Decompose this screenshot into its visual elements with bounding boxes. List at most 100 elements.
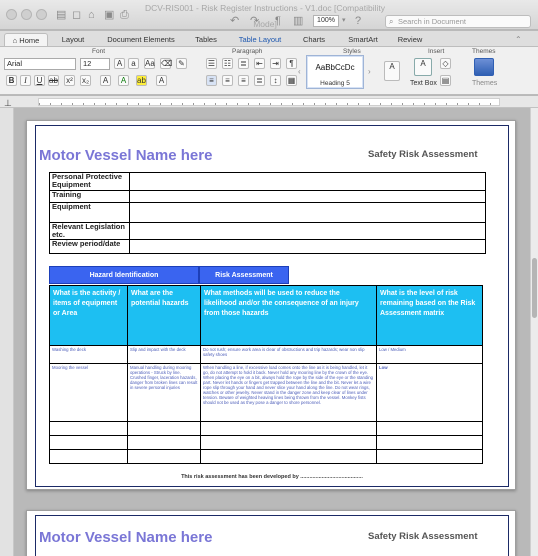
underline-icon[interactable]: U [34,75,45,86]
font-size-select[interactable]: 12 [80,58,110,70]
tab-smartart[interactable]: SmartArt [340,33,386,46]
align-center-icon[interactable]: ≡ [222,75,233,86]
bullets-icon[interactable]: ☰ [206,58,217,69]
shrink-font-icon[interactable]: a [128,58,139,69]
tab-tables[interactable]: Tables [188,33,224,46]
table-cell[interactable] [200,449,377,464]
table-cell[interactable] [49,435,128,450]
table-cell[interactable]: Do not rush; ensure work area is clear o… [200,345,377,364]
zoom-window-button[interactable] [36,9,47,20]
font-color-icon[interactable]: A [118,75,129,86]
shading-icon[interactable]: ▦ [286,75,297,86]
table-row[interactable] [49,421,483,436]
hazard-identification-tab[interactable]: Hazard Identification [49,266,199,284]
themes-label[interactable]: Themes [472,80,497,87]
vertical-scrollbar[interactable] [530,108,538,556]
table-cell[interactable] [376,449,483,464]
table-row[interactable]: Mooring the vessel Manual handling durin… [49,363,483,422]
font-name-select[interactable]: Arial [4,58,76,70]
table-cell[interactable] [127,435,201,450]
table-cell[interactable]: Low / Medium [376,345,483,364]
print-icon[interactable]: ⎙ [120,8,129,22]
font-color-highlight-icon[interactable]: ✎ [176,58,187,69]
help-icon[interactable]: ? [355,14,361,28]
subscript-icon[interactable]: x₂ [80,75,91,86]
text-box-icon[interactable]: A [414,58,432,76]
clear-formatting-icon[interactable]: ⌫ [160,58,172,69]
table-cell[interactable]: Slip and impact with the deck [127,345,201,364]
pilcrow-icon[interactable]: ¶ [275,14,281,28]
sidebar-toggle-icon[interactable]: ▥ [293,14,303,28]
table-cell[interactable] [49,421,128,436]
justify-icon[interactable]: ≣ [254,75,265,86]
vessel-name-heading[interactable]: Motor Vessel Name here [39,529,212,546]
text-color-red-icon[interactable]: A [156,75,167,86]
info-value[interactable] [129,202,486,223]
info-row[interactable]: Personal Protective Equipment [49,172,486,191]
zoom-dropdown-icon[interactable]: ▾ [342,14,346,28]
table-cell[interactable] [376,421,483,436]
table-cell[interactable]: Low [376,363,483,422]
style-gallery-item[interactable]: AaBbCcDc Heading 5 [306,55,364,89]
text-box-label[interactable]: Text Box [410,80,437,87]
zoom-field[interactable]: 100% [313,15,339,27]
search-input[interactable]: ⌕ Search in Document [385,15,531,28]
new-document-icon[interactable]: ◻ [72,8,81,22]
info-value[interactable] [129,239,486,254]
tab-document-elements[interactable]: Document Elements [98,33,184,46]
table-cell[interactable] [49,449,128,464]
styles-scroll-left-icon[interactable]: ‹ [298,65,301,79]
tab-table-layout[interactable]: Table Layout [232,33,288,46]
styles-scroll-right-icon[interactable]: › [368,65,371,79]
developed-by-footer[interactable]: This risk assessment has been developed … [27,474,517,480]
tab-charts[interactable]: Charts [296,33,332,46]
table-cell[interactable]: Mooring the vessel [49,363,128,422]
safety-risk-assessment-title[interactable]: Safety Risk Assessment [368,149,477,160]
tab-review[interactable]: Review [392,33,428,46]
vessel-name-heading[interactable]: Motor Vessel Name here [39,147,212,164]
risk-assessment-tab[interactable]: Risk Assessment [199,266,289,284]
increase-indent-icon[interactable]: ⇥ [270,58,281,69]
safety-risk-assessment-title[interactable]: Safety Risk Assessment [368,531,477,542]
table-row[interactable] [49,435,483,450]
info-value[interactable] [129,190,486,203]
info-value[interactable] [129,222,486,240]
themes-icon[interactable] [474,58,494,76]
tab-layout[interactable]: Layout [56,33,90,46]
table-cell[interactable] [127,421,201,436]
minimize-window-button[interactable] [21,9,32,20]
save-icon[interactable]: ▣ [104,8,114,22]
scrollbar-thumb[interactable] [532,258,537,318]
superscript-icon[interactable]: x² [64,75,75,86]
bold-icon[interactable]: B [6,75,17,86]
insert-picture-icon[interactable]: ▤ [440,75,451,86]
numbering-icon[interactable]: ☷ [222,58,233,69]
italic-icon[interactable]: I [20,75,31,86]
insert-shape-icon[interactable]: ◇ [440,58,451,69]
close-window-button[interactable] [6,9,17,20]
info-row[interactable]: Relevant Legislation etc. [49,222,486,240]
decrease-indent-icon[interactable]: ⇤ [254,58,265,69]
styles-pane-icon[interactable]: A [384,61,400,81]
align-left-icon[interactable]: ≡ [206,75,217,86]
horizontal-ruler[interactable]: ⊥ [0,96,538,108]
grow-font-icon[interactable]: A [114,58,125,69]
tab-home[interactable]: ⌂ Home [4,33,48,46]
table-cell[interactable] [200,421,377,436]
undo-icon[interactable]: ↶ [230,14,239,28]
collapse-ribbon-icon[interactable]: ⌃ [515,33,522,47]
table-cell[interactable]: When handling a line, if excessive load … [200,363,377,422]
open-folder-icon[interactable]: ⌂ [88,8,95,22]
info-row[interactable]: Review period/date [49,239,486,254]
text-effects-icon[interactable]: A [100,75,111,86]
sidebar-icon[interactable]: ▤ [56,8,66,22]
table-cell[interactable] [200,435,377,450]
strikethrough-icon[interactable]: ab [48,75,59,86]
align-right-icon[interactable]: ≡ [238,75,249,86]
redo-icon[interactable]: ↷ [250,14,259,28]
info-row[interactable]: Training [49,190,486,203]
multilevel-list-icon[interactable]: ≣ [238,58,249,69]
show-formatting-icon[interactable]: ¶ [286,58,297,69]
table-cell[interactable] [376,435,483,450]
table-cell[interactable] [127,449,201,464]
